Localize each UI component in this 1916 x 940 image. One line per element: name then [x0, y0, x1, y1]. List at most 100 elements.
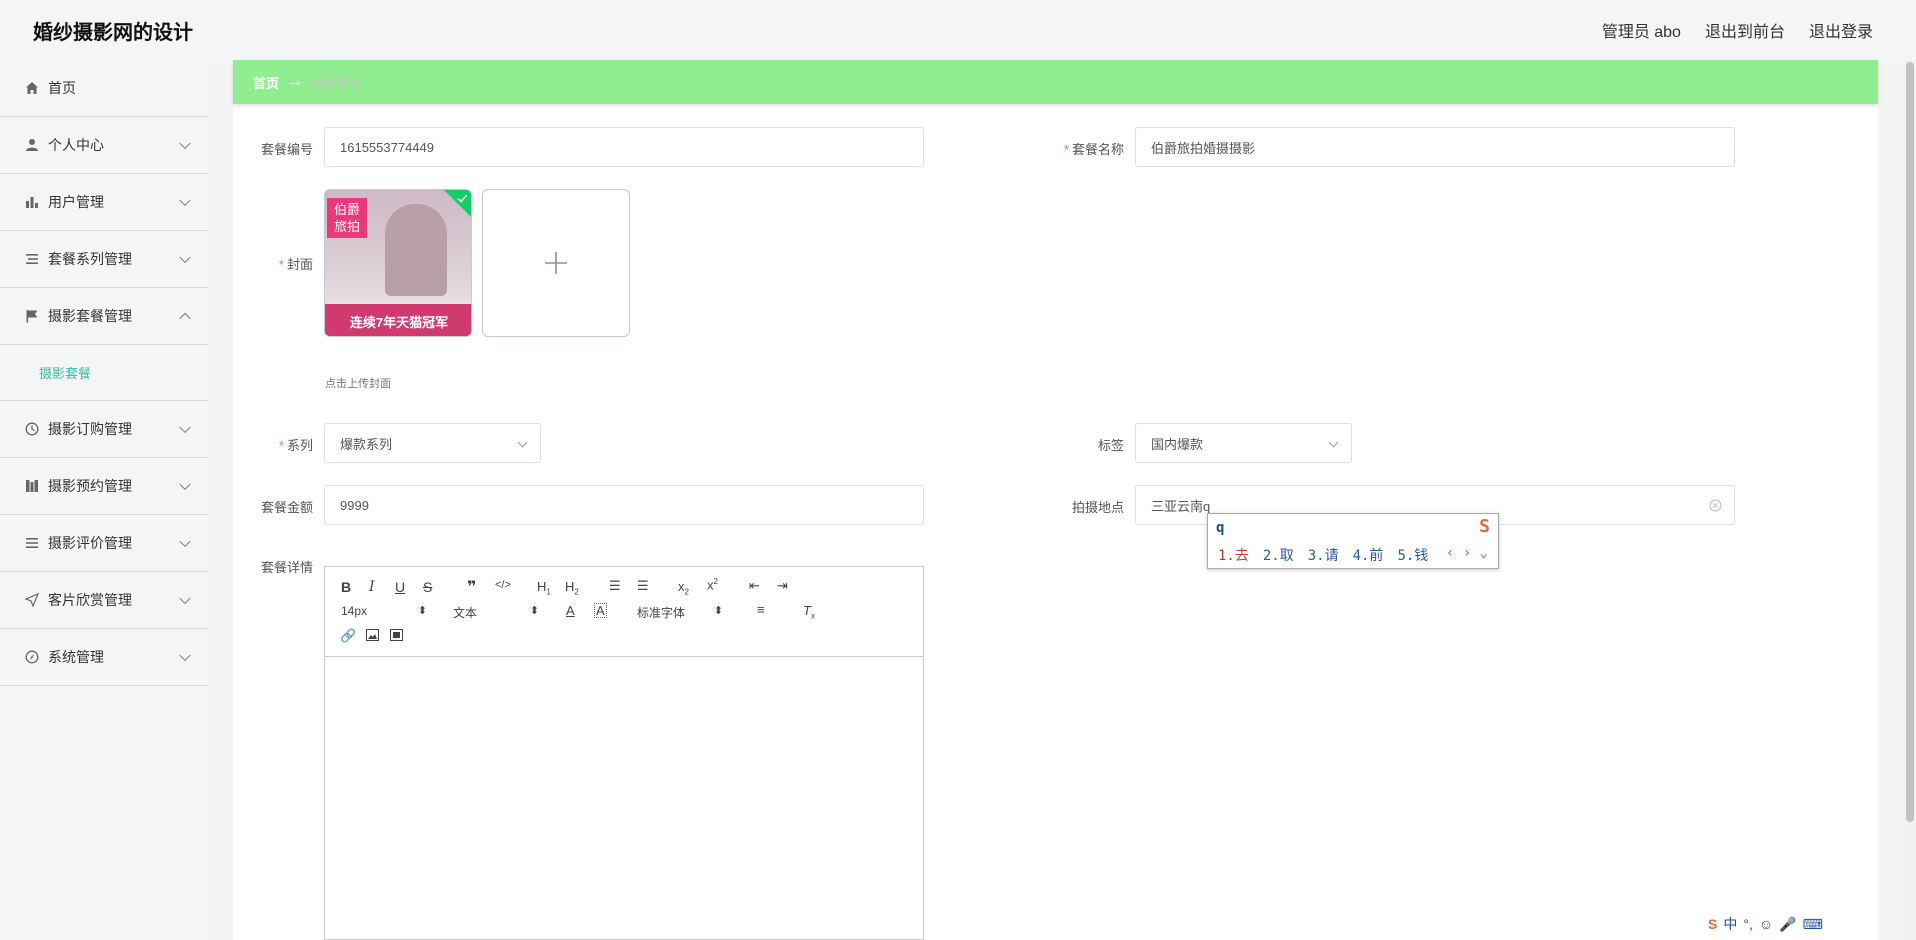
chevron-down-icon: [517, 437, 528, 448]
background-color-icon[interactable]: A: [594, 603, 607, 618]
chinese-mode-icon[interactable]: 中: [1723, 914, 1737, 934]
sidebar-item-reviews[interactable]: 摄影评价管理: [0, 515, 209, 572]
sogou-logo-icon: S: [1479, 516, 1490, 537]
clear-format-icon[interactable]: Tx: [803, 603, 815, 621]
underline-icon[interactable]: U: [395, 579, 405, 595]
superscript-icon[interactable]: x2: [707, 577, 718, 592]
keyboard-icon[interactable]: ⌨: [1803, 916, 1823, 933]
flag-icon: [24, 308, 40, 324]
bullet-list-icon[interactable]: ☰: [637, 578, 649, 594]
price-input[interactable]: 9999: [324, 485, 924, 525]
app-title: 婚纱摄影网的设计: [33, 21, 193, 44]
heading1-icon[interactable]: H1: [537, 579, 551, 597]
text-type-select[interactable]: 文本: [453, 604, 539, 621]
clear-icon[interactable]: [1709, 499, 1722, 512]
sidebar-item-label: 摄影套餐管理: [48, 308, 132, 324]
chevron-down-icon: [179, 592, 191, 605]
cover-label: * 封面: [278, 257, 313, 272]
page-scrollbar[interactable]: [1904, 60, 1916, 940]
italic-icon[interactable]: I: [369, 579, 375, 595]
tag-select[interactable]: 国内爆款: [1135, 423, 1352, 463]
blockquote-icon[interactable]: ❞: [467, 577, 476, 597]
ime-candidates: 1.去 2.取 3.请 4.前 5.钱: [1218, 545, 1428, 565]
voice-icon[interactable]: 🎤: [1779, 916, 1796, 933]
chevron-down-icon: [179, 251, 191, 264]
chevron-down-icon: [179, 194, 191, 207]
cover-banner-text: 连续7年天猫冠军: [325, 306, 471, 336]
code-block-icon[interactable]: </>: [495, 579, 511, 591]
ime-candidate[interactable]: 1.去: [1218, 545, 1249, 565]
rich-text-editor[interactable]: B I U S ❞ </> H1 H2 ☰ ☰ x2 x2 ⇤ ⇥ 14px 文…: [324, 566, 924, 940]
ime-candidate[interactable]: 3.请: [1308, 545, 1339, 565]
indent-icon[interactable]: ⇥: [777, 578, 788, 594]
sidebar-item-packages[interactable]: 摄影套餐管理: [0, 288, 209, 345]
sidebar-item-label: 摄影订购管理: [48, 421, 132, 437]
sidebar-subitem-packages[interactable]: 摄影套餐: [0, 345, 209, 401]
header-actions: 管理员 abo 退出到前台 退出登录: [1602, 18, 1883, 42]
punctuation-icon[interactable]: °,: [1743, 916, 1753, 932]
ime-candidate[interactable]: 4.前: [1353, 545, 1384, 565]
list-icon: [24, 251, 40, 267]
editor-content-area[interactable]: [325, 657, 923, 939]
outdent-icon[interactable]: ⇤: [749, 578, 760, 594]
logout-link[interactable]: 退出登录: [1809, 18, 1873, 42]
sidebar-item-label: 首页: [48, 80, 76, 96]
sidebar-item-label: 系统管理: [48, 649, 104, 665]
video-icon[interactable]: [390, 628, 403, 644]
chevron-down-icon: [179, 421, 191, 434]
sidebar: 首页 个人中心 用户管理 套餐系列管理 摄影套餐管理 摄影套餐 摄影订购管理 摄…: [0, 60, 209, 940]
subscript-icon[interactable]: x2: [678, 579, 689, 597]
font-color-icon[interactable]: A: [566, 603, 575, 618]
ime-composition: q: [1216, 520, 1225, 536]
chevron-down-icon: [179, 478, 191, 491]
heading2-icon[interactable]: H2: [565, 579, 579, 597]
details-label: 套餐详情: [260, 560, 313, 575]
send-icon: [24, 592, 40, 608]
image-icon[interactable]: [366, 628, 379, 644]
sogou-tray-icon[interactable]: S: [1708, 916, 1717, 932]
cover-image[interactable]: 伯爵 旅拍 连续7年天猫冠军: [324, 189, 472, 337]
sidebar-item-gallery[interactable]: 客片欣赏管理: [0, 572, 209, 629]
sidebar-item-orders[interactable]: 摄影订购管理: [0, 401, 209, 458]
align-icon[interactable]: ≡: [757, 602, 765, 617]
bold-icon[interactable]: B: [341, 579, 351, 595]
admin-user-label[interactable]: 管理员 abo: [1602, 18, 1681, 42]
sidebar-item-series[interactable]: 套餐系列管理: [0, 231, 209, 288]
bar-chart-icon: [24, 194, 40, 210]
font-size-select[interactable]: 14px: [341, 604, 427, 618]
ime-candidate[interactable]: 5.钱: [1397, 545, 1428, 565]
series-select[interactable]: 爆款系列: [324, 423, 541, 463]
price-label: 套餐金额: [260, 500, 313, 515]
emoji-icon[interactable]: ☺: [1759, 916, 1773, 932]
sidebar-item-label: 摄影预约管理: [48, 478, 132, 494]
series-label: * 系列: [278, 438, 313, 453]
ime-candidate-popup: q S 1.去 2.取 3.请 4.前 5.钱 ‹ › ⌄: [1207, 513, 1499, 569]
sidebar-item-label: 客片欣赏管理: [48, 592, 132, 608]
ordered-list-icon[interactable]: ☰: [609, 578, 621, 594]
sidebar-item-home[interactable]: 首页: [0, 60, 209, 117]
strikethrough-icon[interactable]: S: [423, 579, 432, 595]
sidebar-item-system[interactable]: 系统管理: [0, 629, 209, 686]
link-icon[interactable]: 🔗: [340, 628, 356, 644]
user-icon: [24, 137, 40, 153]
ime-page-nav-icon[interactable]: ‹ › ⌄: [1446, 545, 1488, 561]
sidebar-item-bookings[interactable]: 摄影预约管理: [0, 458, 209, 515]
package-name-input[interactable]: 伯爵旅拍婚摄摄影: [1135, 127, 1735, 167]
chevron-down-icon: [179, 649, 191, 662]
chevron-down-icon: [1328, 437, 1339, 448]
sidebar-item-profile[interactable]: 个人中心: [0, 117, 209, 174]
scrollbar-thumb[interactable]: [1906, 62, 1914, 822]
sidebar-item-users[interactable]: 用户管理: [0, 174, 209, 231]
home-icon: [24, 80, 40, 96]
sidebar-item-label: 用户管理: [48, 194, 104, 210]
breadcrumb-home[interactable]: 首页: [253, 73, 279, 92]
package-no-input[interactable]: 1615553774449: [324, 127, 924, 167]
front-site-link[interactable]: 退出到前台: [1705, 18, 1785, 42]
upload-cover-button[interactable]: [482, 189, 630, 337]
compass-icon: [24, 649, 40, 665]
top-header: 婚纱摄影网的设计 管理员 abo 退出到前台 退出登录: [0, 0, 1916, 60]
ime-candidate[interactable]: 2.取: [1263, 545, 1294, 565]
font-family-select[interactable]: 标准字体: [637, 604, 723, 621]
tag-label: 标签: [1097, 438, 1124, 453]
cover-couple-figure: [385, 204, 447, 296]
